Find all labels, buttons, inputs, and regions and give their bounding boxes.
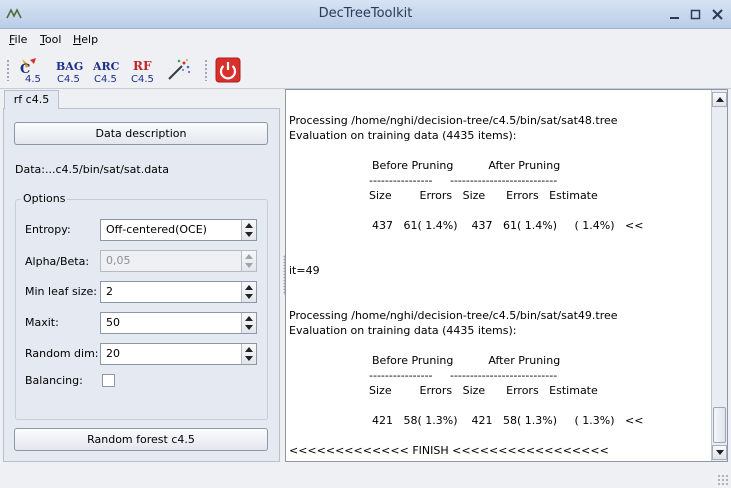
data-path-label: Data:...c4.5/bin/sat/sat.data	[15, 163, 169, 176]
log-line: Size Errors Size Errors Estimate	[369, 189, 598, 202]
spin-arrows-icon	[241, 251, 256, 271]
close-icon[interactable]	[710, 7, 725, 22]
log-line: it=49	[289, 264, 320, 277]
tab-rf-c45[interactable]: rf c4.5	[4, 90, 59, 109]
alpha-beta-value: 0,05	[106, 254, 131, 267]
magic-wand-button[interactable]	[164, 55, 196, 85]
menu-bar: File Tool Help	[0, 29, 731, 51]
maxit-value: 50	[106, 316, 120, 329]
svg-text:C4.5: C4.5	[94, 74, 117, 85]
svg-text:4.5: 4.5	[25, 74, 41, 85]
log-line: Evaluation on training data (4435 items)…	[289, 324, 517, 337]
arc-c45-icon: ARC C4.5	[92, 60, 120, 85]
min-leaf-size-value: 2	[106, 285, 113, 298]
log-line: Size Errors Size Errors Estimate	[369, 384, 598, 397]
output-log[interactable]: Processing /home/nghi/decision-tree/c4.5…	[285, 89, 728, 462]
rf-c45-icon: RF C4.5	[131, 59, 154, 85]
entropy-label: Entropy:	[25, 223, 71, 236]
svg-text:C4.5: C4.5	[131, 74, 154, 85]
window-title: DecTreeToolkit	[318, 6, 413, 21]
log-line: 421 58( 1.3%) 421 58( 1.3%) ( 1.3%) <<	[372, 414, 644, 427]
balancing-checkbox[interactable]	[102, 374, 115, 387]
scrollbar-thumb[interactable]	[713, 407, 726, 443]
menu-help[interactable]: Help	[73, 33, 98, 46]
log-line: <<<<<<<<<<<<< FINISH <<<<<<<<<<<<<<<<<	[289, 444, 609, 457]
c45-icon: C 4.5	[20, 58, 41, 85]
entropy-select[interactable]: Off-centered(OCE)	[100, 219, 257, 241]
svg-text:C4.5: C4.5	[57, 74, 80, 85]
min-leaf-size-label: Min leaf size:	[25, 285, 97, 298]
log-line: ---------------- -----------------------…	[369, 369, 558, 382]
balancing-label: Balancing:	[25, 374, 83, 387]
maximize-icon[interactable]	[688, 7, 703, 22]
quit-button[interactable]	[213, 55, 245, 85]
minimize-icon[interactable]	[667, 7, 682, 22]
toolbar-grip[interactable]	[6, 59, 10, 81]
entropy-value: Off-centered(OCE)	[106, 223, 207, 236]
resize-grip[interactable]	[717, 474, 729, 486]
menu-tool[interactable]: Tool	[40, 33, 61, 46]
log-line: Processing /home/nghi/decision-tree/c4.5…	[289, 114, 618, 127]
random-forest-run-button[interactable]: Random forest c4.5	[14, 428, 268, 451]
scroll-down-icon[interactable]	[712, 445, 727, 460]
chevron-updown-icon	[241, 220, 256, 240]
bag-c45-button[interactable]: BAG C4.5	[53, 55, 85, 85]
power-icon	[215, 57, 241, 83]
log-line: Before Pruning After Pruning	[372, 159, 561, 172]
spin-arrows-icon[interactable]	[241, 313, 256, 333]
svg-text:BAG: BAG	[56, 60, 83, 73]
menu-file[interactable]: File	[9, 33, 27, 46]
arc-c45-button[interactable]: ARC C4.5	[90, 55, 122, 85]
title-bar: DecTreeToolkit	[0, 0, 731, 29]
toolbar-grip-2[interactable]	[204, 59, 208, 81]
bag-c45-icon: BAG C4.5	[56, 60, 83, 85]
alpha-beta-spinbox: 0,05	[100, 250, 257, 272]
scroll-up-icon[interactable]	[712, 92, 727, 107]
rf-c45-button[interactable]: RF C4.5	[127, 55, 159, 85]
vertical-scrollbar[interactable]	[711, 90, 727, 461]
spin-arrows-icon[interactable]	[241, 282, 256, 302]
alpha-beta-label: Alpha/Beta:	[25, 255, 90, 268]
svg-text:RF: RF	[133, 59, 152, 73]
c45-button[interactable]: C 4.5	[16, 55, 48, 85]
magic-wand-icon	[168, 59, 190, 80]
random-dim-label: Random dim:	[25, 347, 99, 360]
log-line: Processing /home/nghi/decision-tree/c4.5…	[289, 309, 618, 322]
svg-text:ARC: ARC	[92, 60, 120, 73]
data-description-button[interactable]: Data description	[14, 122, 268, 145]
options-title: Options	[21, 192, 68, 205]
toolbar: C 4.5 BAG C4.5 ARC C4.5 RF C4.5	[0, 51, 731, 89]
log-line: Before Pruning After Pruning	[372, 354, 561, 367]
log-line: ---------------- -----------------------…	[369, 174, 558, 187]
log-line: Evaluation on training data (4435 items)…	[289, 129, 517, 142]
random-dim-value: 20	[106, 347, 120, 360]
spin-arrows-icon[interactable]	[241, 344, 256, 364]
maxit-spinbox[interactable]: 50	[100, 312, 257, 334]
random-dim-spinbox[interactable]: 20	[100, 343, 257, 365]
log-line: 437 61( 1.4%) 437 61( 1.4%) ( 1.4%) <<	[372, 219, 644, 232]
min-leaf-size-spinbox[interactable]: 2	[100, 281, 257, 303]
maxit-label: Maxit:	[25, 316, 59, 329]
